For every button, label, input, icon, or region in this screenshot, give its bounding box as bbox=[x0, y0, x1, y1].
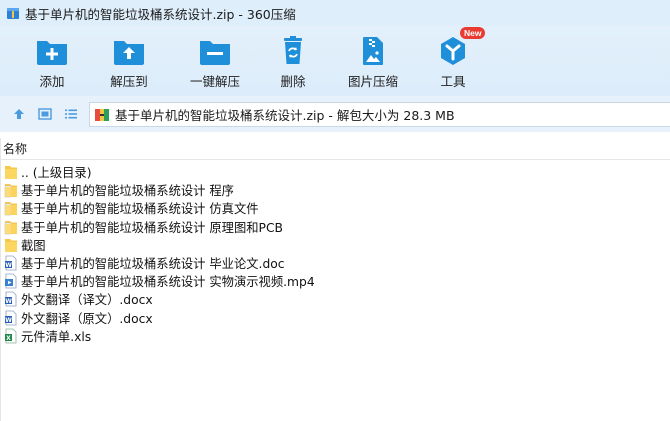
delete-button[interactable]: 删除 bbox=[258, 26, 328, 96]
folder-document-icon bbox=[4, 219, 18, 235]
list-item-folder-program[interactable]: 基于单片机的智能垃圾桶系统设计 程序 bbox=[0, 181, 670, 199]
main-toolbar: 添加 解压到 一键解压 删除 图片压缩 New 工具 bbox=[0, 26, 670, 96]
video-file-icon bbox=[4, 273, 18, 289]
file-list: .. (上级目录) 基于单片机的智能垃圾桶系统设计 程序 基于单片机的智能垃圾桶… bbox=[0, 163, 670, 345]
file-name: 基于单片机的智能垃圾桶系统设计 毕业论文.doc bbox=[21, 257, 285, 272]
list-item-demo-video[interactable]: 基于单片机的智能垃圾桶系统设计 实物演示视频.mp4 bbox=[0, 272, 670, 290]
tools-button[interactable]: New 工具 bbox=[418, 26, 488, 96]
folder-document-icon bbox=[4, 182, 18, 198]
thumbnail-view-button[interactable] bbox=[34, 103, 56, 125]
folder-icon bbox=[4, 237, 18, 253]
zip-archive-icon bbox=[94, 107, 110, 123]
svg-text:W: W bbox=[5, 316, 12, 323]
thumbnail-view-icon bbox=[38, 108, 52, 120]
file-name: 基于单片机的智能垃圾桶系统设计 程序 bbox=[21, 184, 234, 199]
list-item-thesis-doc[interactable]: W 基于单片机的智能垃圾桶系统设计 毕业论文.doc bbox=[0, 254, 670, 272]
list-item-original-doc[interactable]: W 外文翻译（原文）.docx bbox=[0, 309, 670, 327]
one-click-extract-label: 一键解压 bbox=[189, 74, 240, 89]
name-column-header[interactable]: 名称 bbox=[3, 140, 27, 157]
list-item-parts-xls[interactable]: X 元件清单.xls bbox=[0, 327, 670, 345]
new-badge: New bbox=[460, 27, 486, 39]
word-document-icon: W bbox=[4, 310, 18, 326]
archive-path: 基于单片机的智能垃圾桶系统设计.zip - 解包大小为 28.3 MB bbox=[115, 108, 455, 123]
add-folder-icon bbox=[37, 41, 67, 65]
svg-text:W: W bbox=[5, 298, 12, 305]
list-view-button[interactable] bbox=[60, 103, 82, 125]
folder-document-icon bbox=[4, 200, 18, 216]
list-item-translation-doc[interactable]: W 外文翻译（译文）.docx bbox=[0, 290, 670, 308]
folder-icon bbox=[4, 164, 18, 180]
word-document-icon: W bbox=[4, 255, 18, 271]
arrow-up-icon bbox=[14, 109, 24, 119]
list-view-icon bbox=[65, 109, 77, 119]
app-zip-icon bbox=[6, 6, 20, 20]
one-click-extract-icon bbox=[200, 41, 230, 65]
navigation-bar: 基于单片机的智能垃圾桶系统设计.zip - 解包大小为 28.3 MB bbox=[0, 96, 670, 132]
add-button[interactable]: 添加 bbox=[18, 26, 86, 96]
one-click-extract-button[interactable]: 一键解压 bbox=[172, 26, 258, 96]
add-label: 添加 bbox=[39, 74, 65, 89]
image-compress-button[interactable]: 图片压缩 bbox=[328, 26, 418, 96]
list-item-folder-schematic[interactable]: 基于单片机的智能垃圾桶系统设计 原理图和PCB bbox=[0, 218, 670, 236]
list-item-folder-simulation[interactable]: 基于单片机的智能垃圾桶系统设计 仿真文件 bbox=[0, 199, 670, 217]
title-bar: 基于单片机的智能垃圾桶系统设计.zip - 360压缩 bbox=[0, 0, 670, 26]
file-name: 基于单片机的智能垃圾桶系统设计 原理图和PCB bbox=[21, 220, 283, 235]
svg-text:W: W bbox=[5, 262, 12, 269]
image-compress-icon bbox=[363, 37, 383, 65]
file-name: 基于单片机的智能垃圾桶系统设计 实物演示视频.mp4 bbox=[21, 275, 315, 290]
up-level-button[interactable] bbox=[8, 103, 30, 125]
svg-text:X: X bbox=[6, 335, 11, 342]
file-name: 元件清单.xls bbox=[21, 329, 92, 344]
extract-to-icon bbox=[114, 41, 144, 65]
file-name: 截图 bbox=[21, 238, 46, 253]
delete-label: 删除 bbox=[280, 74, 306, 89]
file-name: 外文翻译（译文）.docx bbox=[21, 293, 153, 308]
window-title: 基于单片机的智能垃圾桶系统设计.zip - 360压缩 bbox=[25, 6, 296, 22]
address-bar[interactable]: 基于单片机的智能垃圾桶系统设计.zip - 解包大小为 28.3 MB bbox=[89, 102, 670, 127]
image-compress-label: 图片压缩 bbox=[347, 74, 398, 89]
list-item-parent-dir[interactable]: .. (上级目录) bbox=[0, 163, 670, 181]
excel-spreadsheet-icon: X bbox=[4, 328, 18, 344]
extract-to-button[interactable]: 解压到 bbox=[86, 26, 172, 96]
column-header-row: 名称 bbox=[0, 138, 670, 160]
tools-label: 工具 bbox=[440, 74, 466, 89]
extract-to-label: 解压到 bbox=[110, 74, 148, 89]
file-name: 基于单片机的智能垃圾桶系统设计 仿真文件 bbox=[21, 202, 259, 217]
file-name: 外文翻译（原文）.docx bbox=[21, 311, 153, 326]
word-document-icon: W bbox=[4, 291, 18, 307]
recycle-bin-icon bbox=[284, 36, 302, 64]
file-name: .. (上级目录) bbox=[21, 166, 92, 181]
toolbox-icon bbox=[441, 37, 465, 65]
list-item-folder-screenshots[interactable]: 截图 bbox=[0, 236, 670, 254]
